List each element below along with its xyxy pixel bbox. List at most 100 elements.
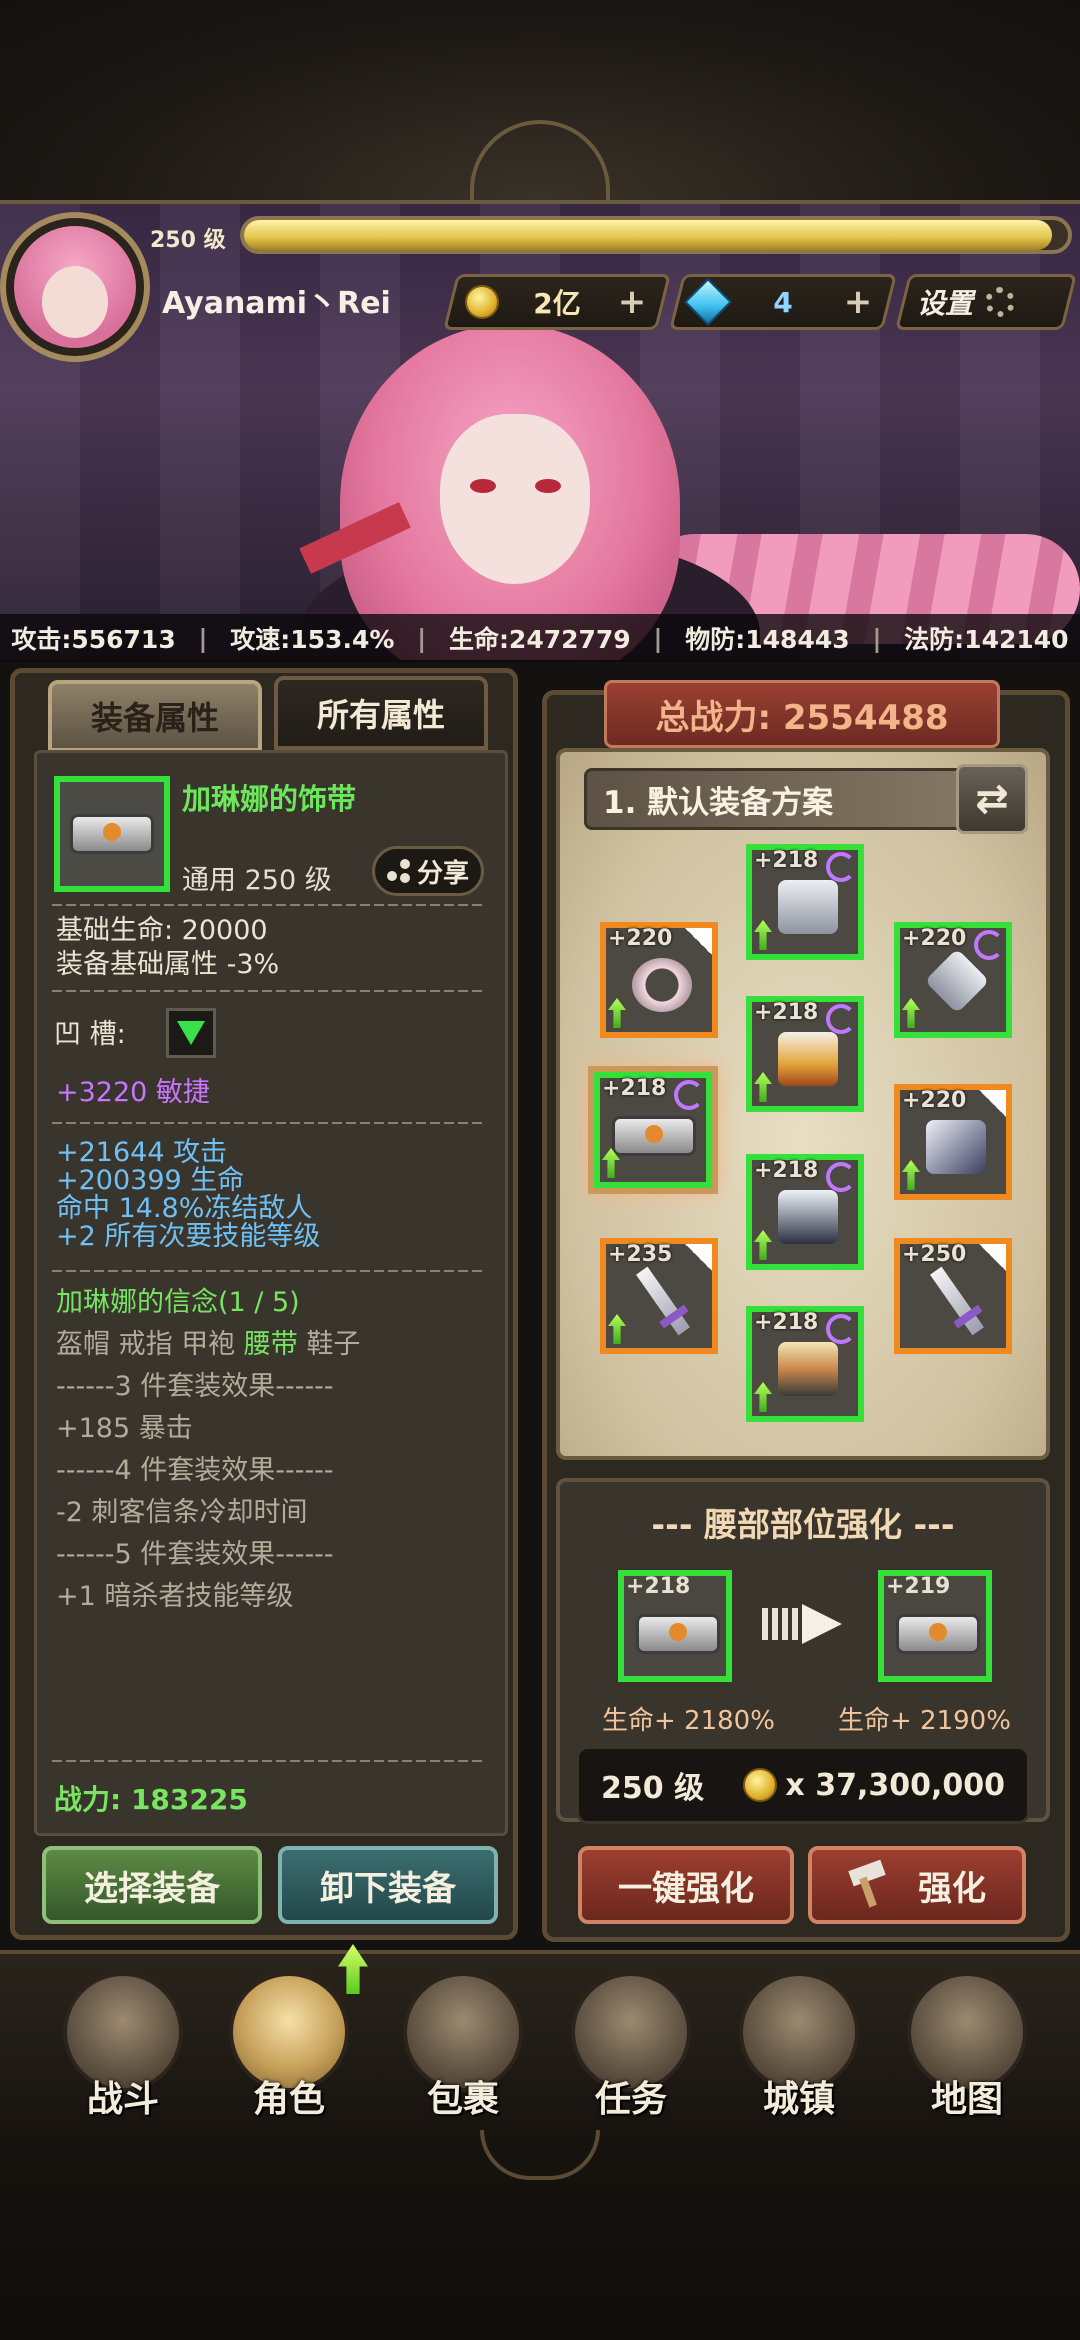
enhance-from-slot: +218 (618, 1570, 732, 1682)
nav-map[interactable]: 地图 (892, 1966, 1042, 2126)
socket-gem-icon[interactable] (166, 1008, 216, 1058)
swirl-icon (674, 1080, 704, 1110)
divider (52, 1760, 482, 1762)
tab-all-attributes[interactable]: 所有属性 (274, 676, 488, 750)
character-eye (535, 479, 561, 493)
flag-icon (682, 1244, 712, 1274)
enhance-label: 强化 (918, 1868, 986, 1909)
base-attr: 装备基础属性 -3% (56, 949, 280, 980)
set-3-effect: +185 暴击 (56, 1413, 193, 1444)
slot-armor[interactable]: +218 (746, 996, 864, 1112)
set-5-effect: +1 暗杀者技能等级 (56, 1581, 294, 1612)
slot-ring[interactable]: +220 (600, 922, 718, 1038)
set-4-effect: -2 刺客信条冷却时间 (56, 1497, 308, 1528)
xp-bar (240, 216, 1072, 254)
bonus-freeze: 命中 14.8%冻结敌人 (56, 1193, 313, 1224)
character-eye (470, 479, 496, 493)
slot-amulet[interactable]: +220 (894, 922, 1012, 1038)
stat-strip: 攻击:556713 | 攻速:153.4% | 生命:2472779 | 物防:… (0, 614, 1080, 662)
nav-label: 角色 (252, 2079, 325, 2120)
set-4-header: ------4 件套装效果------ (56, 1455, 334, 1486)
stat-life: 生命:2472779 (448, 625, 631, 654)
slot-gloves[interactable]: +220 (894, 1084, 1012, 1200)
unequip-button[interactable]: 卸下装备 (278, 1846, 498, 1924)
socket-bonus: +3220 敏捷 (56, 1077, 210, 1108)
nav-quests[interactable]: 任务 (556, 1966, 706, 2126)
character-portrait (0, 200, 1080, 660)
nav-town[interactable]: 城镇 (724, 1966, 874, 2126)
cost-amount: x 37,300,000 (785, 1767, 1005, 1803)
enhance-to-slot: +219 (878, 1570, 992, 1682)
add-gold-button[interactable]: + (615, 282, 649, 322)
stat-magic-defense: 法防:142140 (904, 625, 1069, 654)
nav-label: 地图 (930, 2079, 1003, 2120)
set-name: 加琳娜的信念(1 / 5) (56, 1287, 300, 1318)
nav-battle[interactable]: 战斗 (48, 1966, 198, 2126)
nav-character[interactable]: 角色 (214, 1966, 364, 2126)
set-pieces: 盔帽 戒指 甲袍 腰带 鞋子 (56, 1328, 360, 1361)
auto-enhance-button[interactable]: 一键强化 (578, 1846, 794, 1924)
avatar[interactable] (0, 212, 150, 362)
enhance-cost: 250 级 x 37,300,000 (576, 1746, 1030, 1824)
divider (52, 1270, 482, 1272)
slot-level: +218 (754, 1158, 819, 1183)
character-face (440, 414, 590, 584)
stat-attack-speed: 攻速:153.4% (230, 625, 395, 654)
boots-icon (778, 1342, 838, 1396)
share-button[interactable]: 分享 (372, 846, 484, 896)
belt-icon (636, 1614, 720, 1654)
slot-level: +220 (902, 926, 967, 951)
helmet-icon (778, 880, 838, 934)
belt-icon (612, 1116, 696, 1156)
slot-weapon-right[interactable]: +250 (894, 1238, 1012, 1354)
slot-boots[interactable]: +218 (746, 1306, 864, 1422)
armor-icon (778, 1032, 838, 1086)
bonus-skill-level: +2 所有次要技能等级 (56, 1221, 321, 1252)
slot-weapon-left[interactable]: +235 (600, 1238, 718, 1354)
enhance-button[interactable]: 强化 (808, 1846, 1026, 1924)
xp-fill (244, 220, 1052, 250)
upgrade-arrow-icon (902, 1160, 920, 1190)
set-piece-belt: 腰带 (243, 1329, 298, 1360)
flag-icon (682, 928, 712, 958)
stat-separator: | (198, 623, 208, 653)
upgrade-arrow-icon (902, 998, 920, 1028)
nav-label: 战斗 (86, 2079, 159, 2120)
settings-label: 设置 (917, 287, 974, 320)
add-gem-button[interactable]: + (841, 282, 875, 322)
swirl-icon (826, 1314, 856, 1344)
slot-level: +235 (608, 1242, 673, 1267)
enhance-from-level: +218 (626, 1574, 691, 1599)
set-piece-ring: 戒指 (118, 1329, 173, 1360)
nav-label: 任务 (594, 2079, 667, 2120)
enhance-title: --- 腰部部位强化 --- (651, 1505, 955, 1544)
bonus-life: +200399 生命 (56, 1165, 245, 1196)
swap-plan-button[interactable]: ⇄ (956, 764, 1028, 834)
slot-level: +218 (754, 1310, 819, 1335)
slot-belt[interactable]: +218 (594, 1072, 712, 1188)
slot-pants[interactable]: +218 (746, 1154, 864, 1270)
set-piece-armor: 甲袍 (181, 1329, 236, 1360)
sword-icon (636, 1266, 690, 1336)
settings-button[interactable]: 设置 (895, 274, 1077, 330)
upgrade-arrow-icon (754, 1230, 772, 1260)
nav-label: 包裹 (426, 2079, 499, 2120)
gold-counter: 2亿 + (443, 274, 671, 330)
gem-counter: 4 + (669, 274, 897, 330)
tab-equip-attributes[interactable]: 装备属性 (48, 680, 262, 752)
enhance-from-stat: 生命+ 2180% (602, 1706, 775, 1736)
set-piece-boots: 鞋子 (306, 1329, 361, 1360)
select-equipment-button[interactable]: 选择装备 (42, 1846, 262, 1924)
swirl-icon (826, 1004, 856, 1034)
share-label: 分享 (416, 858, 469, 889)
enhance-to-level: +219 (886, 1574, 951, 1599)
upgrade-arrow-icon (608, 1314, 626, 1344)
slot-helmet[interactable]: +218 (746, 844, 864, 960)
set-3-header: ------3 件套装效果------ (56, 1371, 334, 1402)
item-icon (54, 776, 170, 892)
swirl-icon (974, 930, 1004, 960)
flag-icon (976, 1090, 1006, 1120)
item-type-level: 通用 250 级 (182, 865, 332, 896)
nav-bag[interactable]: 包裹 (388, 1966, 538, 2126)
cost-level: 250 级 (601, 1771, 705, 1806)
